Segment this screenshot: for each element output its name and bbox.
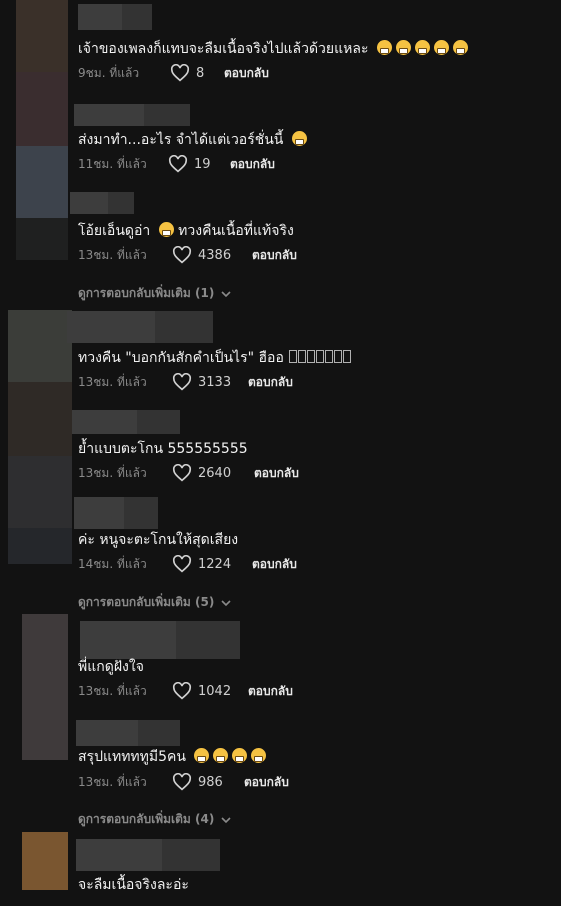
like-count: 1042	[198, 683, 232, 699]
grinning-emoji-icon	[452, 40, 468, 55]
timestamp: 13ชม. ที่แล้ว	[78, 683, 147, 698]
heart-icon	[172, 682, 192, 700]
comment-text: เจ้าของเพลงก็แทบจะลืมเนื้อจริงไปแล้วด้วย…	[78, 38, 468, 60]
like-button[interactable]: 19	[168, 155, 230, 173]
grinning-emoji-icon	[433, 40, 449, 55]
heart-icon	[170, 64, 190, 82]
like-button[interactable]: 1042	[172, 682, 248, 700]
comment-text: ย้ำแบบตะโกน 555555555	[78, 441, 248, 457]
avatar[interactable]	[16, 218, 68, 260]
like-button[interactable]: 986	[172, 773, 244, 791]
comment-meta: 13ชม. ที่แล้ว 986 ตอบกลับ	[78, 772, 289, 792]
reply-button[interactable]: ตอบกลับ	[254, 464, 299, 483]
like-button[interactable]: 8	[170, 64, 224, 82]
like-button[interactable]: 2640	[172, 464, 254, 482]
like-button[interactable]: 3133	[172, 373, 248, 391]
username[interactable]	[74, 104, 190, 126]
avatar[interactable]	[16, 146, 68, 218]
avatar[interactable]	[16, 0, 68, 72]
like-button[interactable]: 4386	[172, 246, 252, 264]
avatar[interactable]	[22, 614, 68, 760]
chevron-down-icon	[221, 816, 231, 823]
grinning-emoji-icon	[376, 40, 392, 55]
laughing-emoji-icon	[194, 748, 210, 763]
comment-text: ค่ะ หนูจะตะโกนให้สุดเสียง	[78, 532, 239, 548]
heart-icon	[172, 773, 192, 791]
chevron-down-icon	[221, 599, 231, 606]
like-button[interactable]: 1224	[172, 555, 252, 573]
timestamp: 14ชม. ที่แล้ว	[78, 556, 147, 571]
chevron-down-icon	[221, 290, 231, 297]
timestamp: 9ชม. ที่แล้ว	[78, 65, 140, 80]
username[interactable]	[76, 839, 220, 871]
username[interactable]	[78, 4, 152, 30]
comment-text: สรุปแททททูมี5คน	[78, 746, 267, 768]
heart-icon	[172, 555, 192, 573]
reply-button[interactable]: ตอบกลับ	[248, 682, 293, 701]
grinning-emoji-icon	[414, 40, 430, 55]
comment-meta: 13ชม. ที่แล้ว 4386 ตอบกลับ	[78, 245, 297, 265]
avatar[interactable]	[22, 832, 68, 890]
like-count: 3133	[198, 374, 232, 390]
reply-button[interactable]: ตอบกลับ	[244, 773, 289, 792]
avatar[interactable]	[8, 310, 72, 382]
view-more-replies[interactable]: ดูการตอบกลับเพิ่มเติม (5)	[78, 593, 232, 612]
like-count: 1224	[198, 556, 232, 572]
reply-button[interactable]: ตอบกลับ	[252, 246, 297, 265]
avatar[interactable]	[8, 456, 72, 528]
grinning-emoji-icon	[395, 40, 411, 55]
like-count: 2640	[198, 465, 232, 481]
comment-meta: 11ชม. ที่แล้ว 19 ตอบกลับ	[78, 154, 275, 174]
unrendered-glyphs	[288, 350, 352, 366]
comment-text: โอ้ยเอ็นดูอ่า ทวงคืนเนื้อที่แท้จริง	[78, 222, 294, 239]
laughing-emoji-icon	[291, 131, 307, 146]
reply-button[interactable]: ตอบกลับ	[230, 155, 275, 174]
like-count: 8	[196, 65, 205, 81]
comment-text: พี่แกดูฝังใจ	[78, 659, 144, 675]
comment-meta: 14ชม. ที่แล้ว 1224 ตอบกลับ	[78, 554, 297, 574]
username[interactable]	[67, 311, 213, 343]
timestamp: 13ชม. ที่แล้ว	[78, 774, 147, 789]
laughing-emoji-icon	[232, 748, 248, 763]
comment-meta: 9ชม. ที่แล้ว 8 ตอบกลับ	[78, 63, 269, 83]
reply-button[interactable]: ตอบกลับ	[248, 373, 293, 392]
username[interactable]	[70, 192, 134, 214]
timestamp: 11ชม. ที่แล้ว	[78, 156, 147, 171]
timestamp: 13ชม. ที่แล้ว	[78, 374, 147, 389]
reply-button[interactable]: ตอบกลับ	[252, 555, 297, 574]
comment-text: ทวงคืน "บอกกันสักคำเป็นไร" ฮืออ	[78, 347, 352, 369]
comment-meta: 13ชม. ที่แล้ว 1042 ตอบกลับ	[78, 681, 293, 701]
comment-text: จะลืมเนื้อจริงละอ่ะ	[78, 877, 189, 893]
username[interactable]	[76, 720, 180, 746]
comment-text: ส่งมาทำ...อะไร จำได้แต่เวอร์ชั่นนี้	[78, 129, 307, 151]
view-more-replies[interactable]: ดูการตอบกลับเพิ่มเติม (4)	[78, 810, 232, 829]
heart-icon	[168, 155, 188, 173]
comment-meta: 13ชม. ที่แล้ว 2640 ตอบกลับ	[78, 463, 299, 483]
avatar[interactable]	[8, 528, 72, 564]
reply-button[interactable]: ตอบกลับ	[224, 64, 269, 83]
comment-meta: 13ชม. ที่แล้ว 3133 ตอบกลับ	[78, 372, 293, 392]
laughing-emoji-icon	[251, 748, 267, 763]
view-more-replies[interactable]: ดูการตอบกลับเพิ่มเติม (1)	[78, 284, 232, 303]
heart-icon	[172, 464, 192, 482]
timestamp: 13ชม. ที่แล้ว	[78, 247, 147, 262]
heart-icon	[172, 373, 192, 391]
username[interactable]	[80, 621, 240, 659]
username[interactable]	[72, 410, 180, 434]
avatar[interactable]	[8, 382, 72, 456]
laughing-emoji-icon	[158, 222, 174, 237]
like-count: 4386	[198, 247, 232, 263]
username[interactable]	[74, 497, 158, 529]
like-count: 986	[198, 774, 223, 790]
like-count: 19	[194, 156, 211, 172]
laughing-emoji-icon	[213, 748, 229, 763]
timestamp: 13ชม. ที่แล้ว	[78, 465, 147, 480]
avatar[interactable]	[16, 72, 68, 146]
heart-icon	[172, 246, 192, 264]
